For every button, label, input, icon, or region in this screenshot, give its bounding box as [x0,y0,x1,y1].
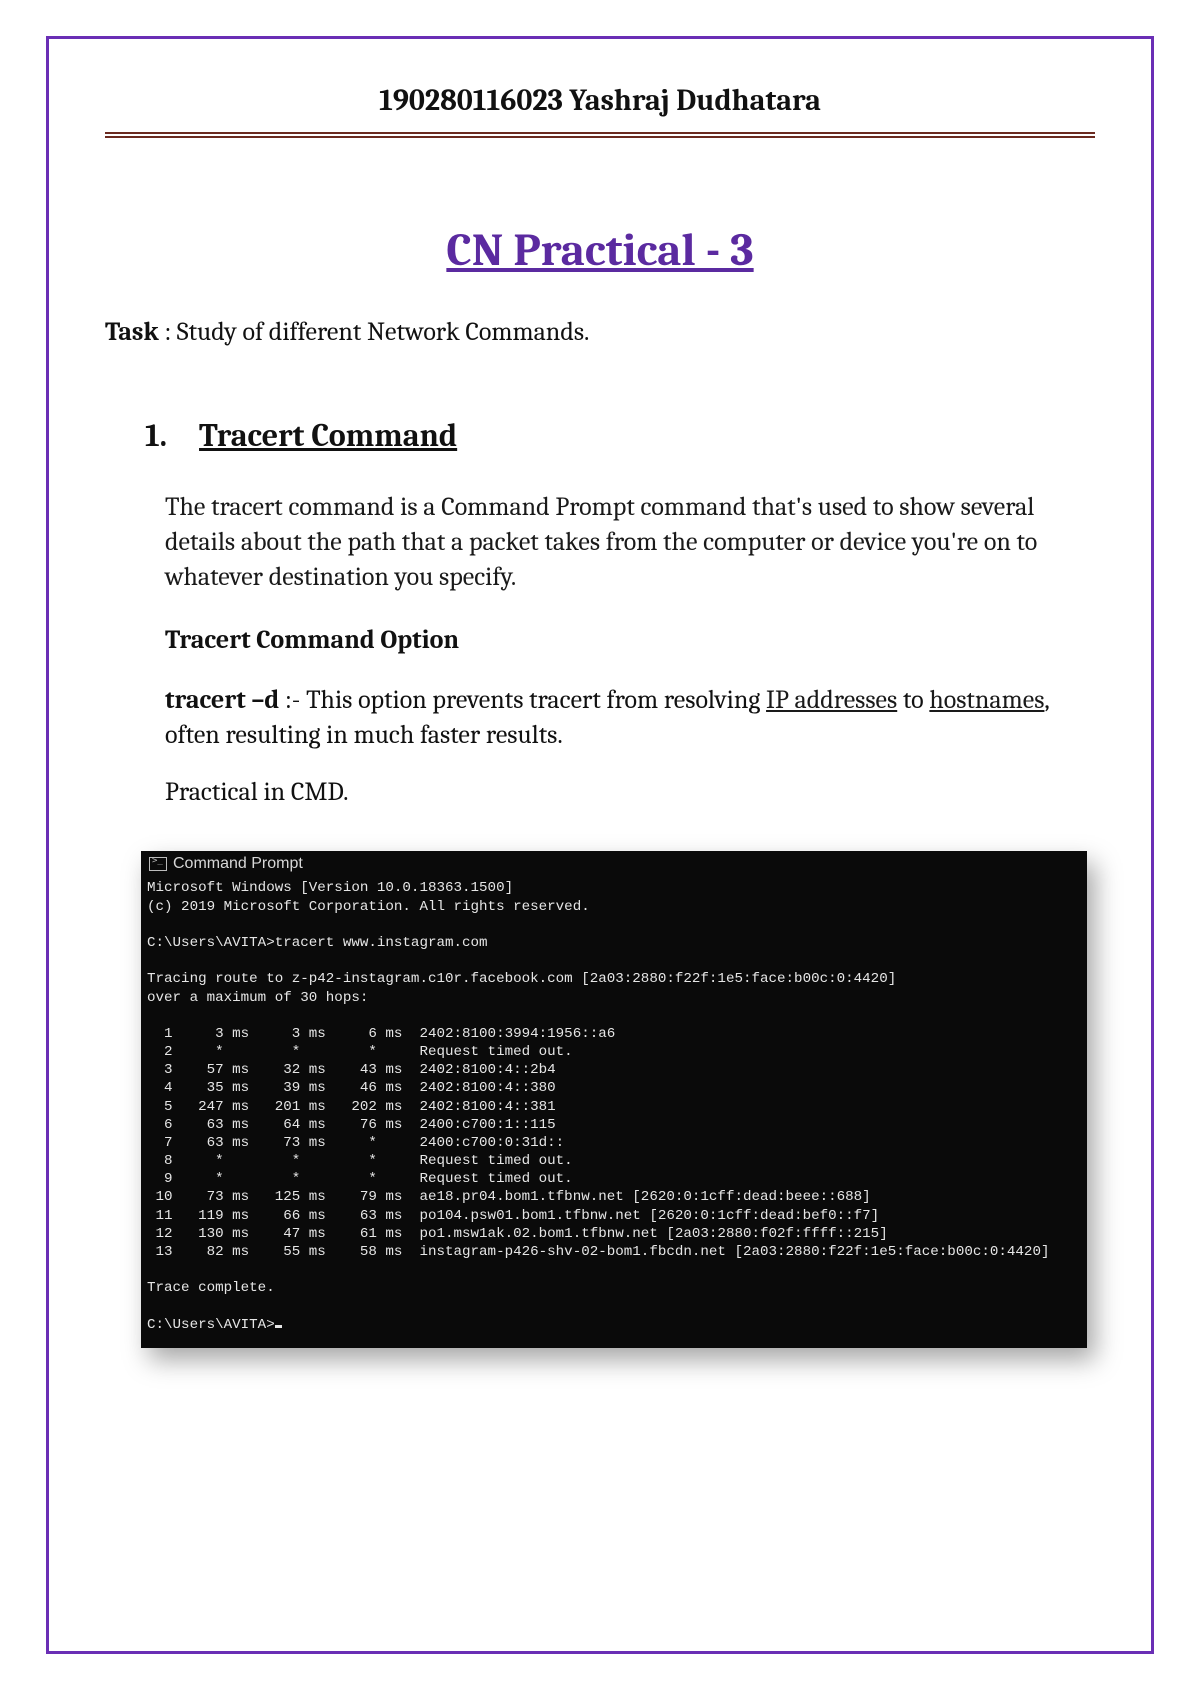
link-hostnames[interactable]: hostnames [929,685,1044,715]
tracert-option-d: tracert –d :- This option prevents trace… [145,683,1075,753]
option-text-pre: :- This option prevents tracert from res… [279,685,766,715]
practical-label: Practical in CMD. [145,777,1075,807]
section-heading: 1. Tracert Command [145,417,1075,454]
link-ip-addresses[interactable]: IP addresses [766,685,897,715]
section-tracert: 1. Tracert Command The tracert command i… [105,417,1095,1348]
option-command: tracert –d [165,685,279,715]
section-title: Tracert Command [199,417,457,454]
section-number: 1. [145,417,167,454]
option-heading: Tracert Command Option [145,625,1075,655]
task-text: : Study of different Network Commands. [159,317,590,347]
task-line: Task : Study of different Network Comman… [105,317,1095,347]
document-title: CN Practical - 3 [105,224,1095,277]
command-prompt-window: Command Prompt Microsoft Windows [Versio… [141,851,1087,1347]
cursor [275,1325,282,1328]
command-prompt-output: Microsoft Windows [Version 10.0.18363.15… [141,877,1087,1347]
cmd-icon [149,857,167,871]
header-rule [105,132,1095,138]
command-prompt-title: Command Prompt [173,855,303,873]
command-prompt-titlebar: Command Prompt [141,851,1087,877]
option-text-mid: to [897,685,929,715]
task-label: Task [105,317,159,347]
page-frame: 190280116023 Yashraj Dudhatara CN Practi… [46,36,1154,1654]
page-header: 190280116023 Yashraj Dudhatara [105,83,1095,126]
tracert-description: The tracert command is a Command Prompt … [145,490,1075,595]
